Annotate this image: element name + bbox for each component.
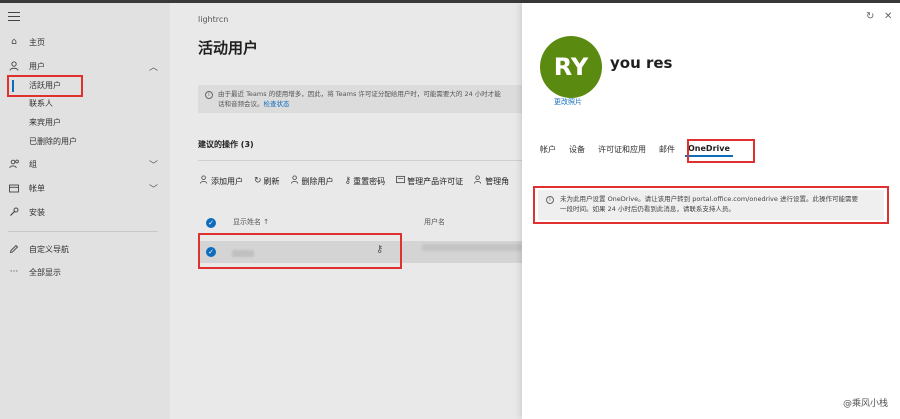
- role-icon: [474, 175, 483, 187]
- tab-licenses-apps[interactable]: 许可证和应用: [598, 144, 646, 157]
- sidebar-item-label: 用户: [29, 61, 45, 71]
- onedrive-message-line2: 一段时间。如果 24 小时后仍看到此消息，请联系支持人员。: [560, 205, 735, 213]
- notice-text-2: 话和音频会议。: [218, 100, 264, 108]
- highlight-box: [198, 233, 402, 269]
- divider: [198, 160, 522, 161]
- tab-account[interactable]: 帐户: [540, 144, 556, 157]
- refresh-button[interactable]: ↻ 刷新: [254, 175, 280, 187]
- manage-licenses-button[interactable]: 管理产品许可证: [396, 175, 463, 187]
- redacted-username: [422, 244, 522, 251]
- info-icon: i: [205, 91, 213, 99]
- delete-user-label: 删除用户: [301, 176, 334, 186]
- select-all-checkbox[interactable]: ✓: [206, 218, 216, 228]
- page-title: 活动用户: [198, 39, 259, 57]
- user-details-panel: ↻ ✕ RY you res 更改照片 帐户 设备 许可证和应用 邮件 OneD…: [522, 3, 900, 419]
- sidebar-item-customize-nav[interactable]: 自定义导航: [0, 241, 170, 257]
- highlight-box: [687, 139, 755, 163]
- delete-user-icon: [290, 175, 300, 187]
- manage-roles-label: 管理角: [485, 176, 510, 186]
- sidebar-item-label: 组: [29, 159, 37, 169]
- sidebar-item-label: 安装: [29, 207, 45, 217]
- add-user-icon: [200, 175, 209, 187]
- manage-licenses-label: 管理产品许可证: [407, 176, 464, 186]
- sidebar-item-label: 全部显示: [29, 267, 61, 277]
- sidebar-subitem-contacts[interactable]: 联系人: [29, 96, 53, 110]
- reset-password-button[interactable]: ⚷ 重置密码: [345, 175, 386, 187]
- pencil-icon: [8, 243, 20, 255]
- avatar: RY: [540, 36, 602, 98]
- onedrive-message: i 未为此用户设置 OneDrive。请让该用户转到 portal.office…: [538, 190, 884, 220]
- refresh-label: 刷新: [263, 176, 280, 186]
- change-photo-link[interactable]: 更改照片: [554, 97, 582, 107]
- sidebar-item-label: 自定义导航: [29, 244, 69, 254]
- main-content: lightrcn 活动用户 i 由于最近 Teams 的使用增多，因此，将 Te…: [170, 3, 522, 419]
- sidebar-item-show-all[interactable]: ··· 全部显示: [0, 264, 170, 280]
- more-icon: ···: [9, 267, 19, 277]
- chevron-down-icon[interactable]: ﹀: [149, 158, 158, 171]
- watermark: @乘风小栈: [842, 399, 888, 409]
- sidebar-subitem-deleted-users[interactable]: 已删除的用户: [29, 134, 77, 148]
- sidebar-item-setup[interactable]: 安装: [0, 204, 170, 220]
- key-icon: ⚷: [344, 176, 352, 186]
- wrench-icon: [8, 206, 20, 218]
- sidebar: ⌂ 主页 用户 ︿ 活跃用户 联系人 来宾用户 已删除的用户 组 ﹀ 帐单 ﹀ …: [0, 3, 170, 419]
- manage-roles-button[interactable]: 管理角: [474, 175, 509, 187]
- org-name: lightrcn: [198, 15, 229, 24]
- close-icon[interactable]: ✕: [884, 11, 892, 22]
- billing-icon: [8, 182, 20, 194]
- notice-text: 由于最近 Teams 的使用增多，因此，将 Teams 许可证分配给用户时，可能…: [218, 90, 501, 98]
- column-header-display-name[interactable]: 显示姓名 ↑: [233, 217, 269, 227]
- sidebar-item-label: 帐单: [29, 183, 45, 193]
- tab-mail[interactable]: 邮件: [659, 144, 675, 157]
- add-user-label: 添加用户: [211, 176, 243, 186]
- recommended-actions[interactable]: 建议的操作 (3): [198, 139, 254, 150]
- check-status-link[interactable]: 检查状态: [264, 100, 290, 108]
- home-icon: ⌂: [11, 37, 17, 47]
- chevron-up-icon[interactable]: ︿: [149, 60, 158, 73]
- column-header-username[interactable]: 用户名: [424, 217, 445, 227]
- sidebar-item-groups[interactable]: 组 ﹀: [0, 156, 170, 172]
- onedrive-message-line1: 未为此用户设置 OneDrive。请让该用户转到 portal.office.c…: [560, 195, 858, 203]
- refresh-icon: ↻: [254, 176, 262, 186]
- notice-banner: i 由于最近 Teams 的使用增多，因此，将 Teams 许可证分配给用户时，…: [198, 85, 522, 113]
- license-icon: [396, 175, 406, 187]
- info-icon: i: [546, 196, 554, 204]
- group-icon: [8, 158, 20, 170]
- user-name: you res: [610, 54, 673, 72]
- sidebar-subitem-guest-users[interactable]: 来宾用户: [29, 115, 61, 129]
- tab-devices[interactable]: 设备: [569, 144, 585, 157]
- hamburger-menu-icon[interactable]: [8, 12, 20, 22]
- reset-password-label: 重置密码: [353, 176, 386, 186]
- person-icon: [8, 60, 20, 72]
- sidebar-item-users[interactable]: 用户 ︿: [0, 58, 170, 74]
- delete-user-button[interactable]: 删除用户: [290, 175, 334, 187]
- chevron-down-icon[interactable]: ﹀: [149, 182, 158, 195]
- divider: [8, 231, 158, 232]
- toolbar: 添加用户 ↻ 刷新 删除用户 ⚷ 重置密码 管理产品许可证 管理角: [200, 175, 520, 187]
- sidebar-item-billing[interactable]: 帐单 ﹀: [0, 180, 170, 196]
- highlight-box: [7, 75, 83, 97]
- refresh-icon[interactable]: ↻: [866, 11, 874, 22]
- add-user-button[interactable]: 添加用户: [200, 175, 243, 187]
- sidebar-item-label: 主页: [29, 37, 45, 47]
- sidebar-item-home[interactable]: ⌂ 主页: [0, 34, 170, 50]
